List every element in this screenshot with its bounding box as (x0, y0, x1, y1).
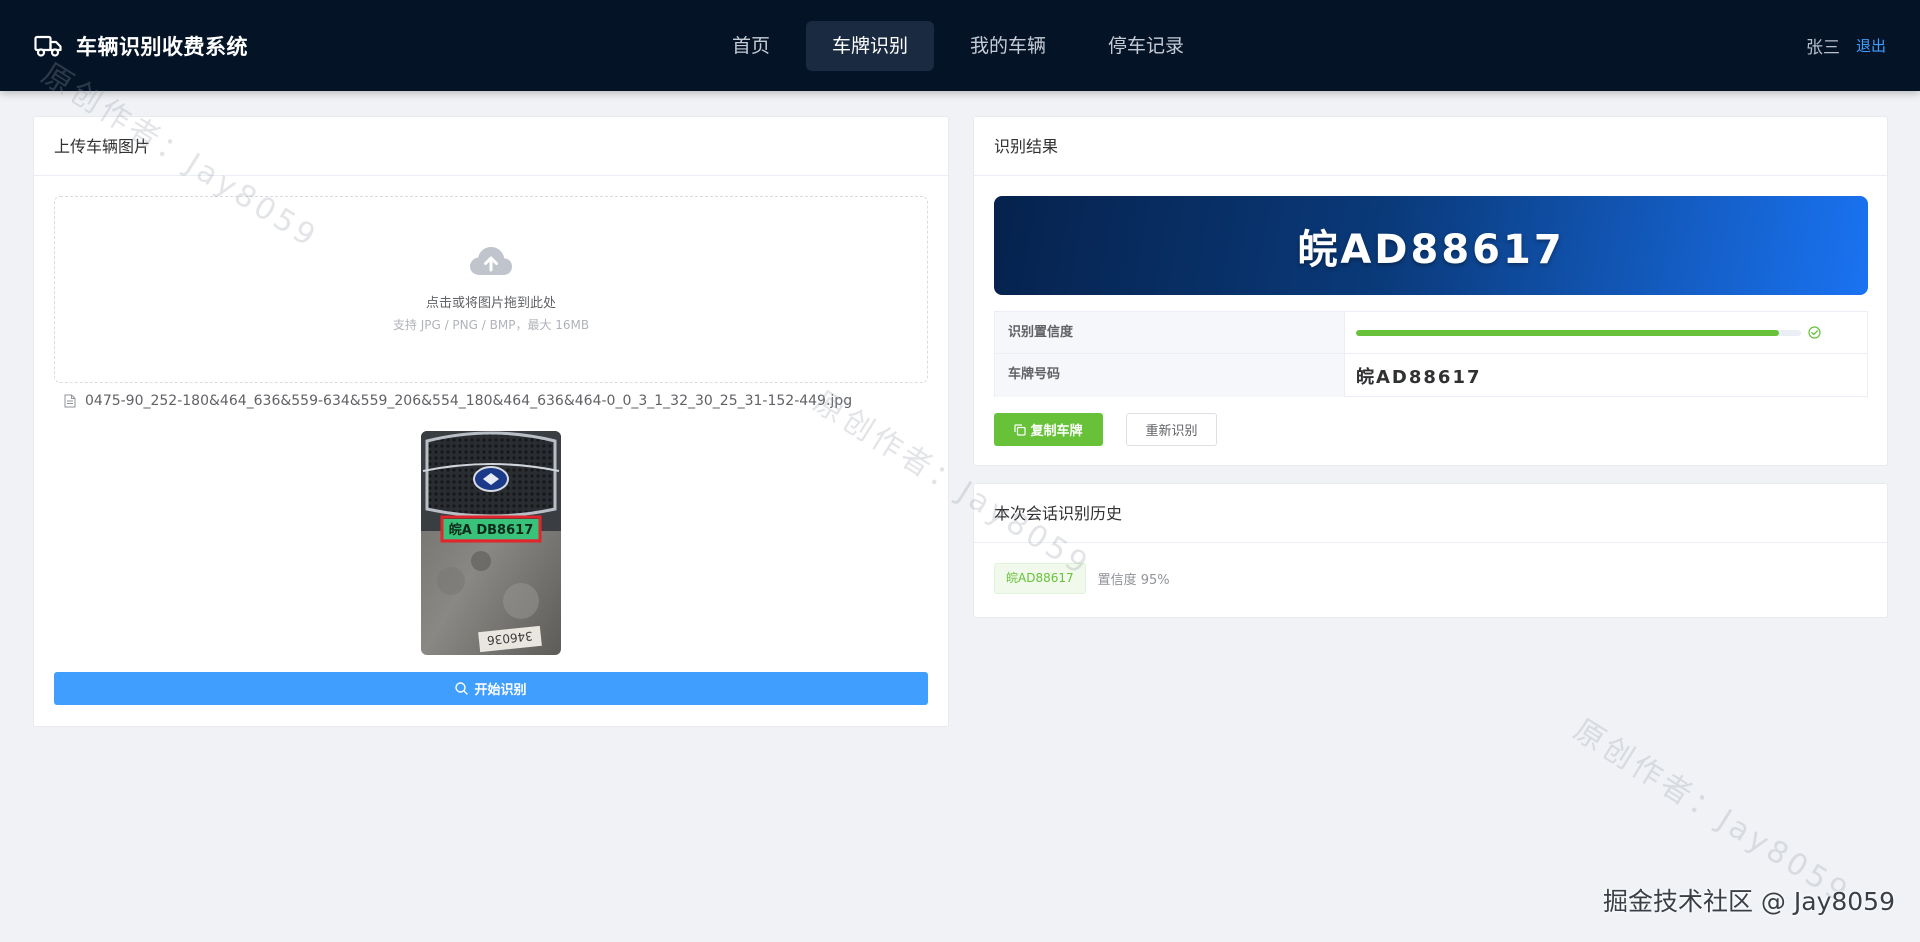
search-icon (455, 682, 469, 695)
uploaded-file[interactable]: 0475-90_252-180&464_636&559-634&559_206&… (64, 393, 852, 409)
history-item: 皖AD88617 置信度 95% (994, 563, 1170, 594)
copy-icon (1014, 423, 1027, 436)
file-name: 0475-90_252-180&464_636&559-634&559_206&… (85, 393, 853, 409)
history-card: 本次会话识别历史 皖AD88617 置信度 95% (973, 483, 1888, 618)
main-nav: 首页 车牌识别 我的车辆 停车记录 (706, 21, 1220, 71)
upload-card: 上传车辆图片 点击或将图片拖到此处 支持 JPG / PNG / BMP，最大 … (33, 116, 949, 727)
vehicle-photo-preview: 皖A DB8617 346036 (421, 431, 561, 655)
truck-icon (34, 35, 62, 57)
nav-plate-recognition[interactable]: 车牌识别 (806, 21, 935, 71)
user-name: 张三 (1805, 38, 1840, 58)
result-card: 识别结果 皖AD88617 识别置信度 车牌号码 皖AD88617 复制车牌 重… (973, 116, 1888, 466)
confidence-progress (1356, 329, 1801, 336)
result-card-title: 识别结果 (974, 117, 1887, 176)
document-icon (64, 394, 76, 408)
check-circle-icon (1808, 326, 1821, 339)
dropzone-tip: 支持 JPG / PNG / BMP，最大 16MB (392, 318, 590, 332)
app-title: 车辆识别收费系统 (76, 34, 248, 59)
retry-recognition-button[interactable]: 重新识别 (1126, 413, 1217, 446)
upload-cloud-icon (470, 247, 512, 275)
history-card-title: 本次会话识别历史 (974, 484, 1887, 543)
plate-banner-text: 皖AD88617 (1297, 226, 1565, 273)
start-recognition-button[interactable]: 开始识别 (54, 672, 928, 705)
nav-my-vehicles[interactable]: 我的车辆 (944, 21, 1072, 71)
dropzone-hint: 点击或将图片拖到此处 (425, 296, 556, 311)
photo-plate-text: 皖A DB8617 (449, 522, 533, 538)
copy-plate-button[interactable]: 复制车牌 (994, 413, 1103, 446)
confidence-progress-fill (1356, 329, 1779, 336)
result-details: 识别置信度 车牌号码 皖AD88617 (994, 311, 1868, 397)
brand[interactable]: 车辆识别收费系统 (34, 0, 248, 91)
image-dropzone[interactable]: 点击或将图片拖到此处 支持 JPG / PNG / BMP，最大 16MB (54, 196, 928, 383)
nav-parking-records[interactable]: 停车记录 (1082, 21, 1210, 71)
history-plate-tag[interactable]: 皖AD88617 (994, 563, 1086, 594)
top-navbar: 车辆识别收费系统 首页 车牌识别 我的车辆 停车记录 张三 退出 (0, 0, 1920, 91)
confidence-row: 识别置信度 (995, 312, 1867, 354)
confidence-value (1345, 312, 1867, 353)
plate-number-label: 车牌号码 (995, 354, 1345, 397)
history-confidence: 置信度 95% (1097, 573, 1170, 588)
copy-plate-label: 复制车牌 (1030, 424, 1083, 439)
footer-credit: 掘金技术社区 @ Jay8059 (1602, 887, 1895, 916)
upload-card-title: 上传车辆图片 (34, 117, 948, 176)
start-recognition-label: 开始识别 (474, 683, 527, 698)
plate-number-value: 皖AD88617 (1356, 366, 1482, 388)
plate-number-value-cell: 皖AD88617 (1345, 354, 1867, 397)
logout-link[interactable]: 退出 (1856, 35, 1886, 56)
plate-banner: 皖AD88617 (994, 196, 1868, 295)
user-area: 张三 退出 (1806, 0, 1886, 91)
nav-home[interactable]: 首页 (706, 21, 796, 71)
plate-number-row: 车牌号码 皖AD88617 (995, 354, 1867, 397)
confidence-label: 识别置信度 (995, 312, 1345, 353)
